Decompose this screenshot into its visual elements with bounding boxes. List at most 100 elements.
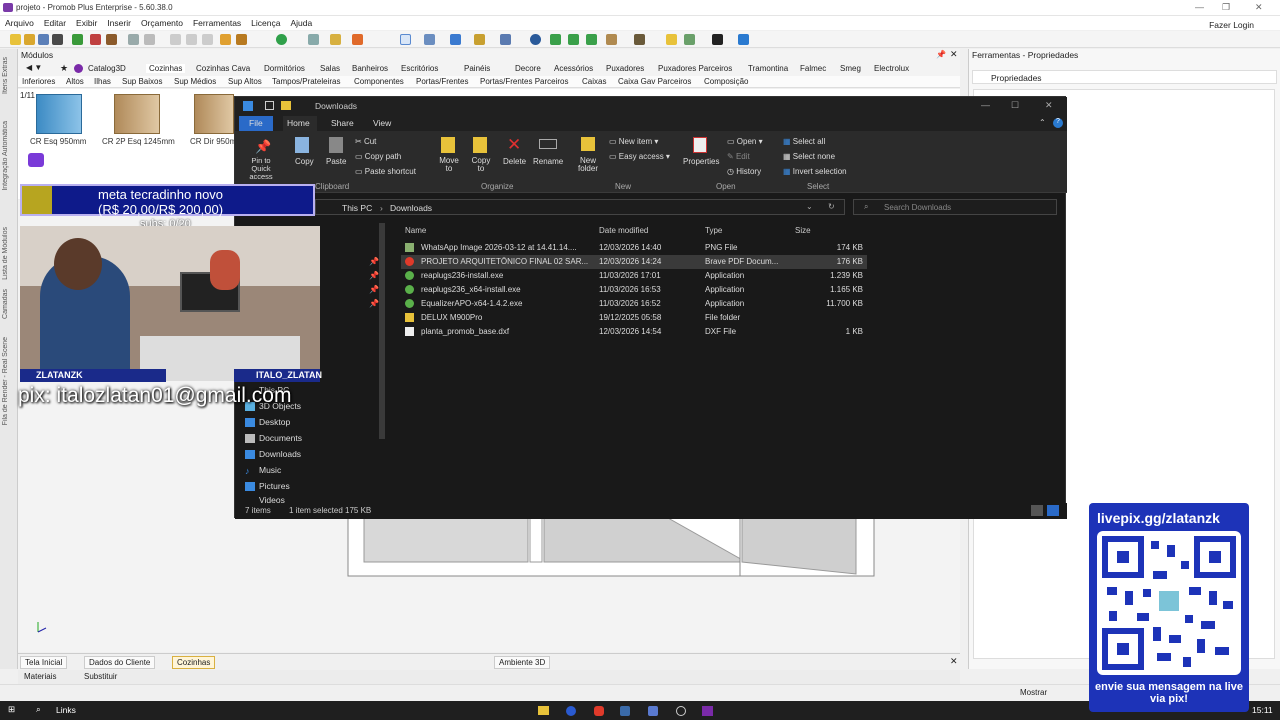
star-icon[interactable]: ★ — [60, 63, 68, 74]
breadcrumb-downloads[interactable]: Downloads — [390, 203, 432, 213]
item-thumb-1[interactable] — [36, 94, 82, 134]
edit-icon[interactable] — [220, 34, 231, 45]
tab-paineis[interactable]: Painéis — [464, 64, 490, 73]
copy-path-label[interactable]: ▭ Copy path — [355, 152, 401, 161]
refresh-icon[interactable] — [276, 34, 287, 45]
arrow-up-icon[interactable] — [586, 34, 597, 45]
grid-icon[interactable] — [308, 34, 319, 45]
tab-decore[interactable]: Decore — [515, 64, 541, 73]
tab-cozinhas-doc[interactable]: Cozinhas — [172, 656, 216, 669]
shape-icon[interactable] — [352, 34, 363, 45]
tab-catalog3d[interactable]: Catalog3D — [88, 64, 126, 73]
measure-icon[interactable] — [474, 34, 485, 45]
new-folder-icon[interactable] — [581, 137, 595, 151]
subtab-tampos[interactable]: Tampos/Prateleiras — [272, 77, 340, 86]
nav-arrows-icon[interactable]: ◀ ▼ — [26, 63, 42, 72]
file-row[interactable]: planta_promob_base.dxf 12/03/2026 14:54 DX… — [401, 325, 867, 339]
save-icon[interactable] — [38, 34, 49, 45]
panel-icon[interactable] — [738, 34, 749, 45]
windows-start-icon[interactable]: ⊞ — [8, 704, 15, 715]
cube-icon[interactable] — [634, 34, 645, 45]
print-icon[interactable] — [52, 34, 63, 45]
camera-icon[interactable] — [684, 34, 695, 45]
menu-editar[interactable]: Editar — [39, 16, 71, 30]
strip-fila-render[interactable]: Fila de Render - Real Scene — [2, 337, 9, 425]
undo-icon[interactable] — [128, 34, 139, 45]
strip-integracao[interactable]: Integração Automática — [2, 121, 9, 191]
properties-icon[interactable] — [693, 137, 707, 153]
close-doc-icon[interactable]: ✕ — [950, 656, 958, 667]
col-type[interactable]: Type — [705, 226, 722, 235]
subtab-sup-baixos[interactable]: Sup Baixos — [122, 77, 162, 86]
ex-close-icon[interactable]: ✕ — [1045, 100, 1053, 111]
login-link[interactable]: Fazer Login — [1209, 20, 1254, 30]
pack-icon[interactable] — [106, 34, 117, 45]
new-item-label[interactable]: ▭ New item ▾ — [609, 137, 658, 146]
subtab-portas-parceiros[interactable]: Portas/Frentes Parceiros — [480, 77, 568, 86]
wall-icon[interactable] — [606, 34, 617, 45]
maximize-icon[interactable]: ❐ — [1222, 2, 1230, 13]
subtab-composicao[interactable]: Composição — [704, 77, 748, 86]
tab-substituir[interactable]: Substituir — [84, 672, 117, 681]
arrow-right-icon[interactable] — [568, 34, 579, 45]
tool-icon[interactable] — [236, 34, 247, 45]
new-folder-label[interactable]: New folder — [575, 157, 601, 173]
subtab-portas-frentes[interactable]: Portas/Frentes — [416, 77, 468, 86]
menu-ferramentas[interactable]: Ferramentas — [188, 16, 246, 30]
item-thumb-3[interactable] — [194, 94, 234, 134]
file-row[interactable]: EqualizerAPO-x64-1.4.2.exe 11/03/2026 16:… — [401, 297, 867, 311]
tab-tramontina[interactable]: Tramontina — [748, 64, 788, 73]
rename-icon[interactable] — [539, 139, 557, 149]
breadcrumb-thispc[interactable]: This PC — [342, 203, 372, 213]
menu-arquivo[interactable]: Arquivo — [0, 16, 39, 30]
tab-smeg[interactable]: Smeg — [840, 64, 861, 73]
delete-icon[interactable]: ✕ — [507, 135, 521, 155]
nav-pictures[interactable]: Pictures — [259, 481, 290, 491]
subtab-caixas[interactable]: Caixas — [582, 77, 606, 86]
tab-salas[interactable]: Salas — [320, 64, 340, 73]
folder-qa-icon[interactable] — [281, 101, 291, 110]
promob-taskbar-icon[interactable] — [702, 706, 713, 716]
col-name[interactable]: Name — [405, 226, 426, 235]
align-icon[interactable] — [424, 34, 435, 45]
tab-acessorios[interactable]: Acessórios — [554, 64, 593, 73]
select-all-button[interactable]: ▦ Select all — [783, 137, 825, 146]
ex-maximize-icon[interactable]: ☐ — [1011, 100, 1019, 111]
tab-ambiente-3d[interactable]: Ambiente 3D — [494, 656, 551, 669]
mostrar-dropdown[interactable]: Mostrar — [1020, 688, 1047, 697]
history-button[interactable]: ◷ History — [727, 167, 761, 176]
details-view-icon[interactable] — [1031, 505, 1043, 516]
address-dropdown-icon[interactable]: ⌄ — [806, 202, 813, 211]
menu-licenca[interactable]: Licença — [246, 16, 285, 30]
tab-escritorios[interactable]: Escritórios — [401, 64, 438, 73]
nav-desktop[interactable]: Desktop — [259, 417, 290, 427]
brave-taskbar-icon[interactable] — [594, 706, 604, 716]
col-date[interactable]: Date modified — [599, 226, 648, 235]
subtab-altos[interactable]: Altos — [66, 77, 84, 86]
taskbar-links[interactable]: Links — [56, 705, 76, 715]
tab-electrolux[interactable]: Electrolux — [874, 64, 909, 73]
menu-ajuda[interactable]: Ajuda — [285, 16, 317, 30]
nav-scrollbar[interactable] — [379, 223, 385, 439]
copy-to-icon[interactable] — [473, 137, 487, 153]
tab-tela-inicial[interactable]: Tela Inicial — [20, 656, 68, 669]
rename-label[interactable]: Rename — [533, 157, 563, 166]
move-to-label[interactable]: Move to — [437, 157, 461, 173]
invert-selection-button[interactable]: ▦ Invert selection — [783, 167, 847, 176]
select-icon[interactable] — [400, 34, 411, 45]
copy-icon[interactable] — [186, 34, 197, 45]
tab-puxadores-parceiros[interactable]: Puxadores Parceiros — [658, 64, 732, 73]
subtab-sup-altos[interactable]: Sup Altos — [228, 77, 262, 86]
file-row[interactable]: DELUX M900Pro 19/12/2025 05:58 File folder — [401, 311, 867, 325]
subtab-inferiores[interactable]: Inferiores — [22, 77, 56, 86]
obs-taskbar-icon[interactable] — [648, 706, 658, 716]
nav-music[interactable]: Music — [259, 465, 281, 475]
strip-lista-modulos[interactable]: Lista de Módulos — [2, 227, 9, 280]
tab-dados-cliente[interactable]: Dados do Cliente — [84, 656, 156, 669]
nav-videos[interactable]: Videos — [259, 495, 285, 503]
settings-taskbar-icon[interactable] — [676, 706, 686, 716]
explorer-taskbar-icon[interactable] — [538, 706, 549, 715]
layers-icon[interactable] — [330, 34, 341, 45]
checkbox-icon[interactable] — [265, 101, 274, 110]
tab-banheiros[interactable]: Banheiros — [352, 64, 388, 73]
